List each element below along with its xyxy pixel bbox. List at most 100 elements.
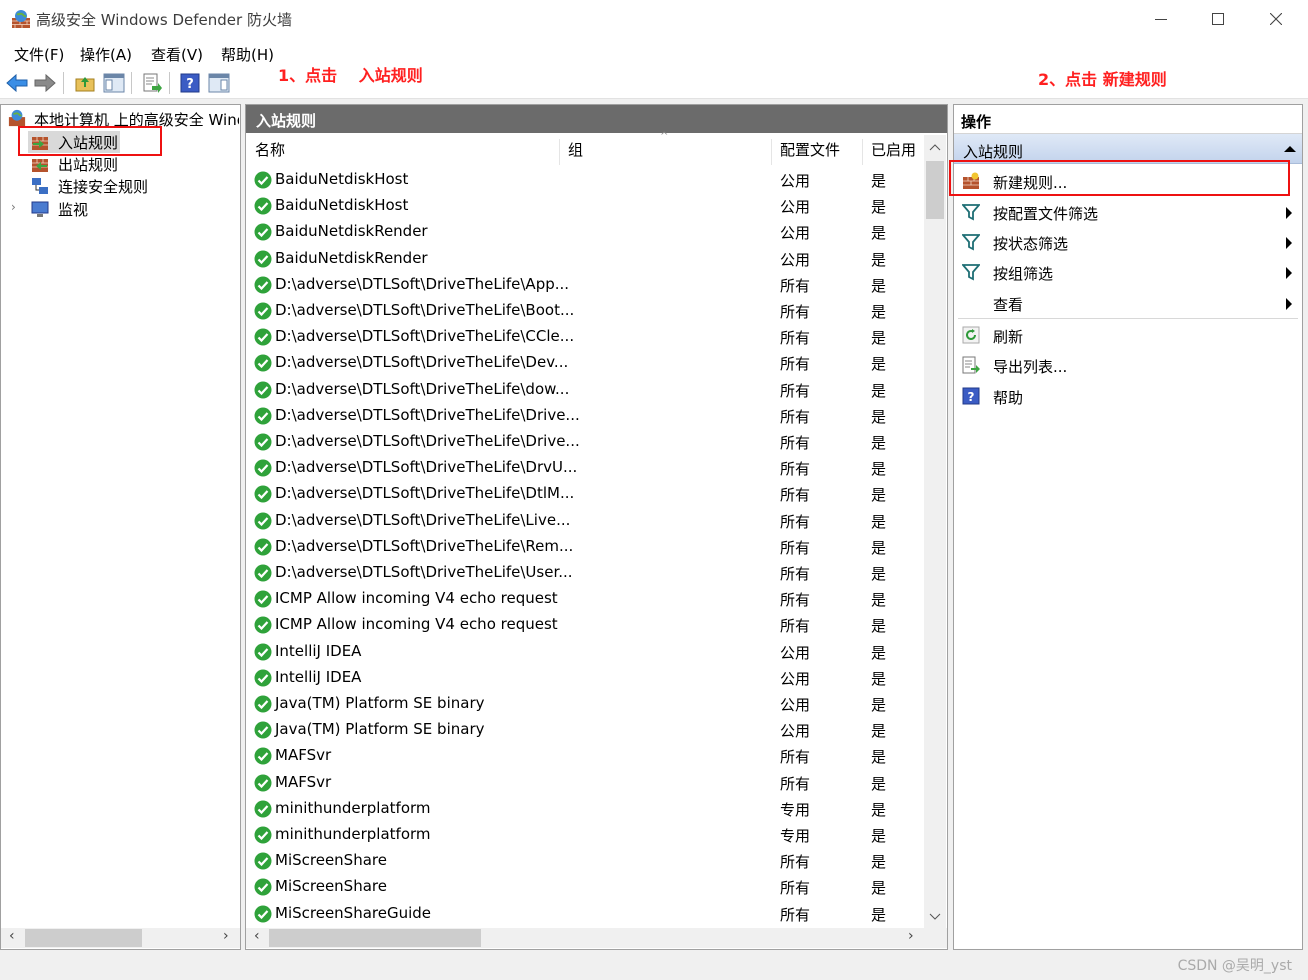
table-row[interactable]: D:\adverse\DTLSoft\DriveTheLife\Dev... 所有… bbox=[246, 350, 924, 376]
rule-name: ICMP Allow incoming V4 echo request bbox=[275, 615, 558, 634]
back-button[interactable] bbox=[5, 71, 29, 95]
scrollbar-thumb[interactable] bbox=[25, 929, 142, 947]
table-row[interactable]: D:\adverse\DTLSoft\DriveTheLife\CCle... 所… bbox=[246, 324, 924, 350]
column-header-enabled[interactable]: 已启用 bbox=[871, 139, 916, 163]
show-hide-tree-button[interactable] bbox=[102, 71, 126, 95]
action-export-list[interactable]: 导出列表... bbox=[954, 350, 1302, 380]
rule-name: BaiduNetdiskHost bbox=[275, 170, 409, 188]
scroll-right-icon[interactable]: › bbox=[223, 928, 229, 944]
maximize-button[interactable] bbox=[1189, 0, 1247, 38]
table-row[interactable]: D:\adverse\DTLSoft\DriveTheLife\dow... 所有… bbox=[246, 377, 924, 403]
help-button[interactable]: ? bbox=[178, 71, 202, 95]
rules-horizontal-scrollbar[interactable]: ‹ › bbox=[246, 928, 947, 948]
menu-file[interactable]: 文件(F) bbox=[14, 44, 64, 65]
column-separator[interactable] bbox=[771, 139, 772, 165]
table-row[interactable]: D:\adverse\DTLSoft\DriveTheLife\Drive...… bbox=[246, 403, 924, 429]
rule-profile: 公用 bbox=[780, 669, 811, 688]
up-folder-button[interactable] bbox=[73, 71, 97, 95]
table-row[interactable]: D:\adverse\DTLSoft\DriveTheLife\Boot... 所… bbox=[246, 298, 924, 324]
export-list-button[interactable] bbox=[140, 71, 164, 95]
minimize-button[interactable] bbox=[1132, 0, 1190, 38]
table-row[interactable]: minithunderplatform 专用 是 bbox=[246, 796, 924, 822]
rule-name: D:\adverse\DTLSoft\DriveTheLife\User... bbox=[275, 563, 573, 581]
rule-profile: 所有 bbox=[780, 486, 811, 505]
sort-caret-icon: ^ bbox=[660, 131, 669, 142]
table-row[interactable]: D:\adverse\DTLSoft\DriveTheLife\DtlM... 所… bbox=[246, 481, 924, 507]
table-row[interactable]: BaiduNetdiskRender 公用 是 bbox=[246, 246, 924, 272]
column-header-name[interactable]: 名称 bbox=[255, 139, 285, 163]
rule-enabled: 是 bbox=[871, 538, 887, 557]
close-button[interactable] bbox=[1247, 0, 1305, 38]
actions-divider bbox=[958, 318, 1298, 319]
table-row[interactable]: MAFSvr 所有 是 bbox=[246, 770, 924, 796]
table-row[interactable]: IntelliJ IDEA 公用 是 bbox=[246, 665, 924, 691]
column-separator[interactable] bbox=[559, 139, 560, 165]
action-view[interactable]: 查看 bbox=[954, 288, 1302, 318]
table-row[interactable]: D:\adverse\DTLSoft\DriveTheLife\User... 所… bbox=[246, 560, 924, 586]
action-refresh[interactable]: 刷新 bbox=[954, 320, 1302, 350]
action-help[interactable]: ? 帮助 bbox=[954, 381, 1302, 411]
tree-horizontal-scrollbar[interactable]: ‹ › bbox=[1, 928, 240, 948]
table-row[interactable]: D:\adverse\DTLSoft\DriveTheLife\Live... 所… bbox=[246, 508, 924, 534]
scroll-down-icon[interactable] bbox=[929, 913, 941, 921]
action-filter-by-state[interactable]: 按状态筛选 bbox=[954, 227, 1302, 257]
enabled-check-icon bbox=[254, 669, 272, 687]
rules-table: BaiduNetdiskHost 公用是 BaiduNetdiskHost 公用是 Ba… bbox=[246, 167, 924, 929]
table-row[interactable]: MiScreenShareGuide 所有 是 bbox=[246, 901, 924, 927]
actions-title: 操作 bbox=[954, 105, 1302, 134]
scroll-up-icon[interactable] bbox=[929, 143, 941, 151]
column-header-group[interactable]: 组 bbox=[568, 139, 583, 163]
scroll-right-icon[interactable]: › bbox=[908, 928, 914, 944]
menu-help[interactable]: 帮助(H) bbox=[221, 44, 274, 65]
enabled-check-icon bbox=[254, 852, 272, 870]
table-row[interactable]: D:\adverse\DTLSoft\DriveTheLife\DrvU... 所… bbox=[246, 455, 924, 481]
rule-enabled: 是 bbox=[871, 329, 887, 348]
tree-item-connection-security-rules[interactable]: 连接安全规则 bbox=[28, 175, 228, 197]
action-label: 按组筛选 bbox=[993, 265, 1054, 283]
expand-chevron-icon[interactable]: › bbox=[11, 200, 16, 214]
table-row[interactable]: D:\adverse\DTLSoft\DriveTheLife\Drive...… bbox=[246, 429, 924, 455]
table-row[interactable]: MiScreenShare 所有 是 bbox=[246, 874, 924, 900]
action-label: 刷新 bbox=[993, 328, 1024, 346]
forward-button[interactable] bbox=[33, 71, 57, 95]
rule-profile: 所有 bbox=[780, 879, 811, 898]
enabled-check-icon bbox=[254, 381, 272, 399]
table-row[interactable]: D:\adverse\DTLSoft\DriveTheLife\App... 所有… bbox=[246, 272, 924, 298]
tree-item-outbound-rules[interactable]: 出站规则 bbox=[28, 153, 228, 175]
table-row[interactable]: BaiduNetdiskHost 公用 是 bbox=[246, 167, 924, 193]
table-row[interactable]: IntelliJ IDEA 公用 是 bbox=[246, 639, 924, 665]
rule-name: D:\adverse\DTLSoft\DriveTheLife\Live... bbox=[275, 510, 571, 529]
rule-profile: 所有 bbox=[780, 276, 811, 295]
enabled-check-icon bbox=[254, 774, 272, 792]
action-filter-by-profile[interactable]: 按配置文件筛选 bbox=[954, 197, 1302, 227]
scroll-left-icon[interactable]: ‹ bbox=[254, 928, 260, 944]
action-filter-by-group[interactable]: 按组筛选 bbox=[954, 257, 1302, 287]
scrollbar-thumb[interactable] bbox=[926, 161, 944, 219]
tree-item-monitor[interactable]: › 监视 bbox=[11, 198, 211, 220]
table-row[interactable]: MiScreenShare 所有 是 bbox=[246, 848, 924, 874]
column-header-profile[interactable]: 配置文件 bbox=[780, 139, 840, 163]
menu-action[interactable]: 操作(A) bbox=[80, 44, 132, 65]
menu-view[interactable]: 查看(V) bbox=[151, 44, 203, 65]
rule-name: minithunderplatform bbox=[275, 798, 431, 817]
collapse-up-icon[interactable] bbox=[1284, 145, 1296, 153]
rule-profile: 所有 bbox=[780, 538, 811, 557]
show-hide-action-pane-button[interactable] bbox=[207, 71, 231, 95]
table-row[interactable]: Java(TM) Platform SE binary 公用 是 bbox=[246, 717, 924, 743]
column-separator[interactable] bbox=[862, 139, 863, 165]
table-row[interactable]: D:\adverse\DTLSoft\DriveTheLife\Rem... 所有… bbox=[246, 534, 924, 560]
rule-name: MAFSvr bbox=[275, 772, 332, 791]
rule-enabled: 是 bbox=[871, 722, 887, 741]
table-row[interactable]: ICMP Allow incoming V4 echo request 所有 是 bbox=[246, 586, 924, 612]
table-row[interactable]: minithunderplatform 专用 是 bbox=[246, 822, 924, 848]
table-row[interactable]: BaiduNetdiskHost 公用 是 bbox=[246, 193, 924, 219]
table-row[interactable]: Java(TM) Platform SE binary 公用 是 bbox=[246, 691, 924, 717]
rules-vertical-scrollbar[interactable] bbox=[924, 135, 946, 929]
table-row[interactable]: ICMP Allow incoming V4 echo request 所有 是 bbox=[246, 612, 924, 638]
table-row[interactable]: BaiduNetdiskRender 公用 是 bbox=[246, 219, 924, 245]
rule-profile: 专用 bbox=[780, 800, 811, 819]
table-row[interactable]: MAFSvr 所有 是 bbox=[246, 743, 924, 769]
scrollbar-thumb[interactable] bbox=[269, 929, 481, 947]
scroll-left-icon[interactable]: ‹ bbox=[9, 928, 15, 944]
rule-enabled: 是 bbox=[871, 696, 887, 714]
